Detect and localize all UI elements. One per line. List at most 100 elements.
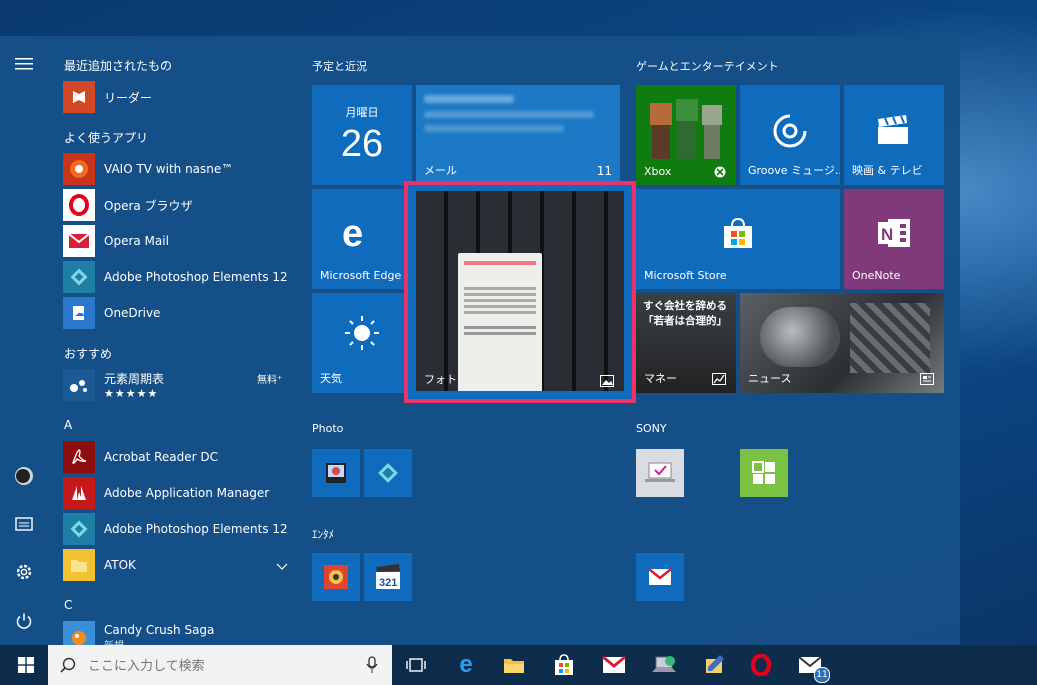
mail-envelope-icon	[63, 225, 95, 257]
photos-tile-highlighted[interactable]: フォト	[404, 181, 636, 403]
windows-logo-icon	[18, 657, 34, 673]
group-header-games[interactable]: ゲームとエンターテイメント	[636, 58, 779, 74]
documents-icon	[15, 517, 33, 531]
search-input[interactable]	[86, 654, 350, 678]
microphone-icon[interactable]	[366, 656, 378, 674]
mail-envelope-icon	[648, 568, 672, 585]
movies-tv-tile[interactable]: 映画 & テレビ	[844, 85, 944, 185]
app-item-label: Adobe Photoshop Elements 12	[104, 522, 288, 536]
reader-icon	[63, 81, 95, 113]
clapperboard-icon	[878, 115, 908, 144]
news-tile[interactable]: ニュース	[740, 293, 944, 393]
price-badge: 無料⁺	[257, 375, 283, 386]
documents-button[interactable]	[8, 508, 40, 540]
acrobat-icon	[63, 441, 95, 473]
money-tile[interactable]: すぐ会社を辞める「若者は合理的」 マネー	[636, 293, 736, 393]
xbox-logo-icon	[714, 166, 726, 178]
sun-icon	[345, 316, 379, 350]
section-suggested-header: おすすめ	[64, 347, 113, 361]
grid-apps-icon	[752, 461, 775, 484]
app-item-atok-folder[interactable]: ATOK	[63, 548, 296, 582]
app-item-label: 元素周期表	[104, 372, 165, 386]
taskbar-opera-mail-button[interactable]: 11	[794, 649, 830, 683]
search-box[interactable]	[48, 645, 392, 685]
edge-icon: e	[342, 213, 364, 255]
app-item-label: VAIO TV with nasne™	[104, 162, 234, 176]
user-account-button[interactable]	[8, 460, 40, 492]
app-item-label: OneDrive	[104, 306, 161, 320]
taskbar-store-button[interactable]	[548, 649, 580, 681]
sony-mail-tile[interactable]	[636, 553, 684, 601]
app-item-acrobat-reader[interactable]: Acrobat Reader DC	[63, 440, 296, 474]
task-view-button[interactable]	[400, 649, 432, 681]
mail-unread-count: 11	[596, 164, 612, 178]
group-header-schedule[interactable]: 予定と近況	[312, 58, 367, 74]
taskbar-edge-button[interactable]: e	[450, 649, 482, 681]
app-item-label: リーダー	[104, 90, 153, 105]
user-avatar-icon	[15, 467, 33, 485]
hamburger-icon	[15, 58, 33, 70]
app-item-label: Adobe Application Manager	[104, 486, 270, 500]
app-item-photoshop-elements-2[interactable]: Adobe Photoshop Elements 12	[63, 512, 296, 546]
newspaper-icon	[920, 373, 934, 385]
app-item-vaio-tv[interactable]: VAIO TV with nasne™	[63, 152, 296, 186]
section-frequent-header: よく使うアプリ	[64, 131, 149, 145]
sony-app-tile-1[interactable]	[636, 449, 684, 497]
taskbar-tools-button[interactable]	[698, 649, 730, 681]
app-item-opera-mail[interactable]: Opera Mail	[63, 224, 296, 258]
app-item-photoshop-elements[interactable]: Adobe Photoshop Elements 12	[63, 260, 296, 294]
app-item-label: Acrobat Reader DC	[104, 450, 218, 464]
opera-icon	[63, 189, 95, 221]
group-header-sony[interactable]: SONY	[636, 422, 667, 435]
money-tile-label: マネー	[644, 372, 677, 385]
taskbar-opera-button[interactable]	[745, 649, 777, 681]
settings-button[interactable]	[8, 556, 40, 588]
edge-tile[interactable]: e Microsoft Edge	[312, 189, 412, 289]
periodic-table-icon	[63, 369, 95, 401]
photo-app-tile-1[interactable]	[312, 449, 360, 497]
taskbar-mail-button[interactable]	[598, 649, 630, 681]
store-tile[interactable]: Microsoft Store	[636, 189, 840, 289]
sony-app-tile-2[interactable]	[740, 449, 788, 497]
app-item-onedrive[interactable]: OneDrive	[63, 296, 296, 330]
weather-tile[interactable]: 天気	[312, 293, 412, 393]
photos-live-image	[416, 191, 624, 391]
candy-crush-icon	[63, 621, 95, 646]
calendar-tile[interactable]: 月曜日 26	[312, 85, 412, 185]
news-tile-label: ニュース	[748, 372, 792, 385]
onenote-tile-label: OneNote	[852, 269, 901, 282]
start-button[interactable]	[8, 649, 44, 681]
group-header-entame[interactable]: ｴﾝﾀﾒ	[312, 526, 334, 542]
taskbar-file-explorer-button[interactable]	[498, 649, 530, 681]
media-player-icon	[324, 565, 348, 589]
taskbar: e 11	[0, 645, 1037, 685]
power-icon	[16, 613, 32, 629]
xbox-tile-label: Xbox	[644, 165, 672, 178]
app-item-adobe-application-manager[interactable]: Adobe Application Manager	[63, 476, 296, 510]
mail-tile[interactable]: メール 11	[416, 85, 620, 185]
app-item-opera-browser[interactable]: Opera ブラウザ	[63, 188, 296, 222]
laptop-check-icon	[645, 462, 675, 482]
taskbar-vaio-update-button[interactable]	[648, 649, 680, 681]
chart-icon	[712, 373, 726, 385]
photoshop-elements-icon	[63, 513, 95, 545]
app-item-reader[interactable]: リーダー	[63, 80, 296, 114]
power-button[interactable]	[8, 605, 40, 637]
photos-tile-label: フォト	[424, 373, 457, 386]
groove-music-tile[interactable]: Groove ミュージ...	[740, 85, 840, 185]
photoshop-elements-tile[interactable]	[364, 449, 412, 497]
store-tile-label: Microsoft Store	[644, 269, 727, 282]
chevron-down-icon[interactable]	[276, 556, 288, 575]
letter-header-c[interactable]: C	[64, 598, 72, 612]
letter-header-a[interactable]: A	[64, 418, 72, 432]
opera-icon	[750, 654, 772, 676]
group-header-photo[interactable]: Photo	[312, 422, 343, 435]
hamburger-menu-button[interactable]	[8, 48, 40, 80]
onenote-tile[interactable]: N OneNote	[844, 189, 944, 289]
start-menu: 最近追加されたもの リーダー よく使うアプリ VAIO TV with nasn…	[0, 36, 960, 646]
entame-app-tile-1[interactable]	[312, 553, 360, 601]
app-item-candy-crush[interactable]: Candy Crush Saga 新規	[63, 620, 296, 646]
xbox-tile[interactable]: Xbox	[636, 85, 736, 185]
store-bag-icon	[555, 654, 573, 675]
entame-app-tile-2[interactable]: 321	[364, 553, 412, 601]
